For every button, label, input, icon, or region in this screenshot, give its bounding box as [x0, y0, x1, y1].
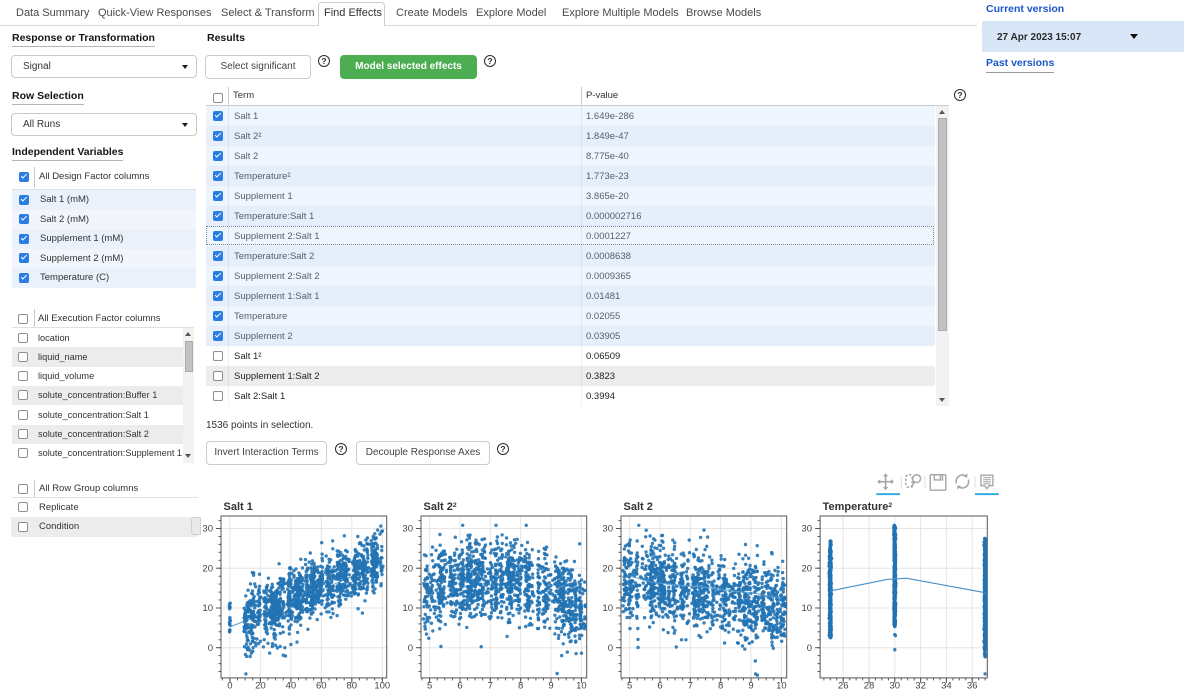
- svg-text:0: 0: [408, 643, 413, 654]
- svg-text:7: 7: [688, 681, 693, 692]
- svg-text:60: 60: [316, 681, 327, 692]
- svg-text:6: 6: [457, 681, 462, 692]
- svg-text:8: 8: [718, 681, 723, 692]
- svg-text:5: 5: [627, 681, 632, 692]
- svg-text:0: 0: [608, 643, 613, 654]
- svg-text:Salt 22: Salt 22: [424, 501, 457, 513]
- svg-text:80: 80: [347, 681, 358, 692]
- svg-text:10: 10: [776, 681, 787, 692]
- svg-text:10: 10: [202, 603, 213, 614]
- svg-text:20: 20: [255, 681, 266, 692]
- svg-text:20: 20: [402, 563, 413, 574]
- svg-text:Salt 2: Salt 2: [624, 501, 653, 513]
- svg-text:10: 10: [576, 681, 587, 692]
- svg-text:0: 0: [807, 643, 812, 654]
- svg-text:20: 20: [802, 563, 813, 574]
- svg-text:40: 40: [286, 681, 297, 692]
- svg-text:Salt 1: Salt 1: [224, 501, 253, 513]
- svg-text:30: 30: [202, 524, 213, 535]
- svg-text:9: 9: [748, 681, 753, 692]
- svg-text:100: 100: [374, 681, 390, 692]
- svg-text:36: 36: [967, 681, 978, 692]
- svg-text:30: 30: [890, 681, 901, 692]
- svg-text:Temperature2: Temperature2: [823, 501, 893, 513]
- svg-text:30: 30: [802, 524, 813, 535]
- svg-text:20: 20: [602, 563, 613, 574]
- svg-text:8: 8: [518, 681, 523, 692]
- svg-text:32: 32: [915, 681, 926, 692]
- svg-text:34: 34: [941, 681, 952, 692]
- svg-text:6: 6: [657, 681, 662, 692]
- svg-text:0: 0: [227, 681, 232, 692]
- svg-text:9: 9: [548, 681, 553, 692]
- svg-text:20: 20: [202, 563, 213, 574]
- svg-text:7: 7: [488, 681, 493, 692]
- svg-text:28: 28: [864, 681, 875, 692]
- svg-text:0: 0: [208, 643, 213, 654]
- svg-text:10: 10: [402, 603, 413, 614]
- svg-text:10: 10: [802, 603, 813, 614]
- svg-text:30: 30: [402, 524, 413, 535]
- svg-text:5: 5: [427, 681, 432, 692]
- svg-text:26: 26: [838, 681, 849, 692]
- svg-text:30: 30: [602, 524, 613, 535]
- svg-text:10: 10: [602, 603, 613, 614]
